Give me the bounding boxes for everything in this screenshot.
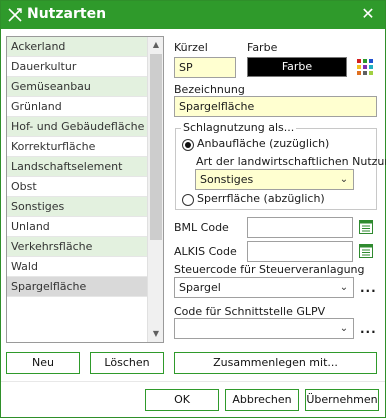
list-scrollbar[interactable]: ▲ ▼: [147, 37, 163, 342]
uebernehmen-button[interactable]: Übernehmen: [305, 389, 379, 411]
kuerzel-field[interactable]: SP: [174, 57, 236, 78]
chevron-down-icon: ⌄: [339, 323, 349, 334]
nutzarten-list[interactable]: Ackerland Dauerkultur Gemüseanbau Grünland H…: [6, 36, 164, 343]
color-swatch-button[interactable]: Farbe: [247, 57, 347, 77]
list-item[interactable]: Wald: [7, 257, 147, 277]
steuercode-label: Steuercode für Steuerveranlagung: [174, 263, 365, 276]
bezeichnung-label: Bezeichnung: [174, 83, 245, 96]
glpv-more-button[interactable]: ...: [360, 322, 377, 336]
chevron-down-icon: ⌄: [339, 282, 349, 293]
alkis-code-field[interactable]: [247, 241, 353, 262]
scroll-thumb[interactable]: [150, 54, 162, 240]
art-nutzung-label: Art der landwirtschaftlichen Nutzung: [196, 155, 386, 168]
list-item[interactable]: Dauerkultur: [7, 57, 147, 77]
zusammenlegen-button[interactable]: Zusammenlegen mit...: [174, 352, 377, 374]
anbauflaeche-radio-label[interactable]: Anbaufläche (zuzüglich): [197, 137, 329, 150]
bml-code-label: BML Code: [174, 221, 229, 234]
art-nutzung-value: Sonstiges: [200, 173, 254, 186]
list-item[interactable]: Grünland: [7, 97, 147, 117]
list-item[interactable]: Hof- und Gebäudefläche: [7, 117, 147, 137]
anbauflaeche-radio[interactable]: [182, 139, 194, 151]
list-item[interactable]: Ackerland: [7, 37, 147, 57]
ok-button[interactable]: OK: [145, 389, 219, 411]
crossed-tools-icon: [8, 8, 22, 22]
list-item[interactable]: Unland: [7, 217, 147, 237]
list-item[interactable]: Obst: [7, 177, 147, 197]
list-items: Ackerland Dauerkultur Gemüseanbau Grünland H…: [7, 37, 147, 297]
list-item[interactable]: Gemüseanbau: [7, 77, 147, 97]
kuerzel-label: Kürzel: [174, 41, 208, 54]
list-item[interactable]: Verkehrsfläche: [7, 237, 147, 257]
chevron-down-icon: ⌄: [339, 174, 349, 185]
nutzarten-dialog: Nutzarten ✕ Ackerland Dauerkultur Gemüsean…: [0, 0, 386, 418]
steuercode-more-button[interactable]: ...: [360, 281, 377, 295]
list-item[interactable]: Landschaftselement: [7, 157, 147, 177]
steuercode-select[interactable]: Spargel ⌄: [174, 277, 354, 298]
list-item[interactable]: Spargelfläche: [7, 277, 147, 297]
sperrflaeche-radio-label[interactable]: Sperrfläche (abzüglich): [197, 192, 325, 205]
farbe-label: Farbe: [247, 41, 278, 54]
glpv-select[interactable]: ⌄: [174, 318, 354, 339]
art-nutzung-select[interactable]: Sonstiges ⌄: [195, 169, 354, 190]
sperrflaeche-radio[interactable]: [182, 194, 194, 206]
steuercode-value: Spargel: [179, 281, 221, 294]
glpv-label: Code für Schnittstelle GLPV: [174, 305, 326, 318]
close-icon[interactable]: ✕: [359, 5, 377, 23]
list-item[interactable]: Sonstiges: [7, 197, 147, 217]
schlagnutzung-group-label: Schlagnutzung als...: [181, 121, 297, 134]
table-picker-icon[interactable]: [358, 219, 374, 235]
neu-button[interactable]: Neu: [6, 352, 80, 374]
bml-code-field[interactable]: [247, 217, 353, 238]
title-bar: Nutzarten ✕: [1, 1, 385, 29]
alkis-code-label: ALKIS Code: [174, 245, 237, 258]
color-palette-icon[interactable]: [356, 58, 374, 76]
list-item[interactable]: Korrekturfläche: [7, 137, 147, 157]
window-title: Nutzarten: [27, 6, 107, 22]
divider: [1, 381, 385, 382]
abbrechen-button[interactable]: Abbrechen: [225, 389, 299, 411]
table-picker-icon[interactable]: [358, 243, 374, 259]
bezeichnung-field[interactable]: Spargelfläche: [174, 96, 377, 117]
scroll-down-icon[interactable]: ▼: [148, 326, 163, 342]
scroll-up-icon[interactable]: ▲: [148, 37, 163, 53]
loeschen-button[interactable]: Löschen: [90, 352, 164, 374]
